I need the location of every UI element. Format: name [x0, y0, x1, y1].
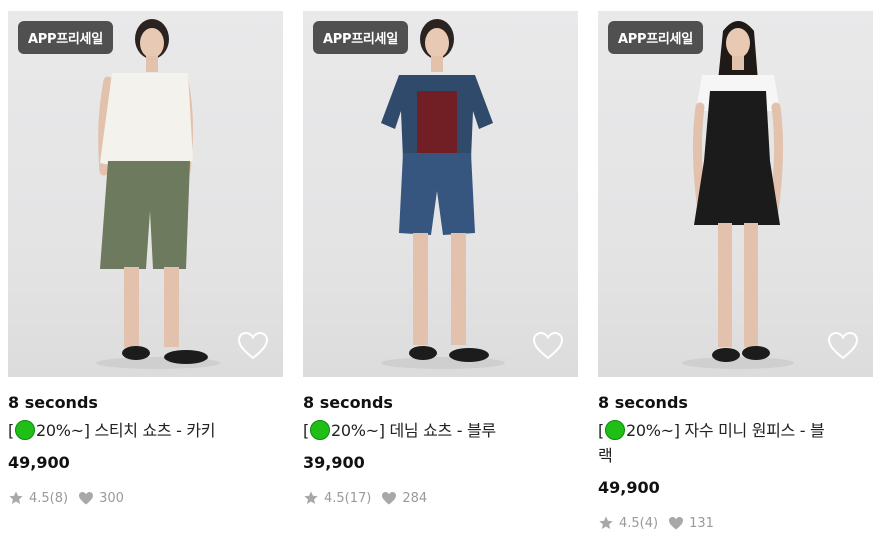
star-icon: [599, 516, 613, 529]
product-image[interactable]: APP프리세일: [303, 11, 578, 377]
presale-badge: APP프리세일: [313, 21, 408, 54]
price: 39,900: [303, 453, 365, 472]
presale-badge: APP프리세일: [18, 21, 113, 54]
wishlist-heart-icon[interactable]: [532, 331, 564, 361]
product-card[interactable]: APP프리세일 8 seconds [20%~] 스티치 쇼츠 - 카키 49,…: [8, 11, 283, 531]
name-prefix: [: [303, 421, 309, 440]
likes-count: 284: [402, 490, 428, 506]
product-meta: 4.5(8) 300: [8, 490, 283, 506]
star-icon: [9, 491, 23, 504]
rating-text: 4.5(8): [29, 490, 69, 506]
name-discount: 20%~]: [330, 421, 385, 440]
wishlist-heart-icon[interactable]: [237, 331, 269, 361]
name-discount: 20%~]: [35, 421, 90, 440]
brand-name[interactable]: 8 seconds: [303, 393, 578, 412]
star-icon: [304, 491, 318, 504]
product-name[interactable]: [20%~] 스티치 쇼츠 - 카키: [8, 418, 283, 443]
product-name[interactable]: [20%~] 데님 쇼츠 - 블루: [303, 418, 578, 443]
likes-count: 131: [689, 515, 714, 531]
product-meta: 4.5(17) 284: [303, 490, 578, 506]
product-name[interactable]: [20%~] 자수 미니 원피스 - 블랙: [598, 418, 838, 468]
model-photo: [96, 19, 220, 369]
heart-filled-icon: [669, 516, 684, 529]
name-prefix: [: [8, 421, 14, 440]
product-image[interactable]: APP프리세일: [8, 11, 283, 377]
heart-filled-icon: [382, 491, 397, 504]
product-card[interactable]: APP프리세일 8 seconds [20%~] 자수 미니 원피스 - 블랙 …: [598, 11, 873, 531]
name-rest: 데님 쇼츠 - 블루: [384, 421, 496, 440]
green-circle-icon: [309, 420, 330, 440]
brand-name[interactable]: 8 seconds: [8, 393, 283, 412]
price: 49,900: [8, 453, 70, 472]
product-grid: APP프리세일 8 seconds [20%~] 스티치 쇼츠 - 카키 49,…: [8, 11, 873, 531]
model-photo: [682, 21, 794, 369]
likes-count: 300: [99, 490, 124, 506]
product-image[interactable]: APP프리세일: [598, 11, 873, 377]
rating-text: 4.5(17): [324, 490, 372, 506]
name-prefix: [: [598, 421, 604, 440]
brand-name[interactable]: 8 seconds: [598, 393, 873, 412]
price: 49,900: [598, 478, 660, 497]
product-card[interactable]: APP프리세일 8 seconds [20%~] 데님 쇼츠 - 블루 39,9…: [303, 11, 578, 531]
wishlist-heart-icon[interactable]: [827, 331, 859, 361]
product-meta: 4.5(4) 131: [598, 515, 873, 531]
name-discount: 20%~]: [625, 421, 680, 440]
heart-filled-icon: [79, 491, 94, 504]
rating-text: 4.5(4): [619, 515, 659, 531]
model-photo: [381, 19, 505, 369]
presale-badge: APP프리세일: [608, 21, 703, 54]
green-circle-icon: [604, 420, 625, 440]
green-circle-icon: [14, 420, 35, 440]
name-rest: 스티치 쇼츠 - 카키: [89, 421, 216, 440]
